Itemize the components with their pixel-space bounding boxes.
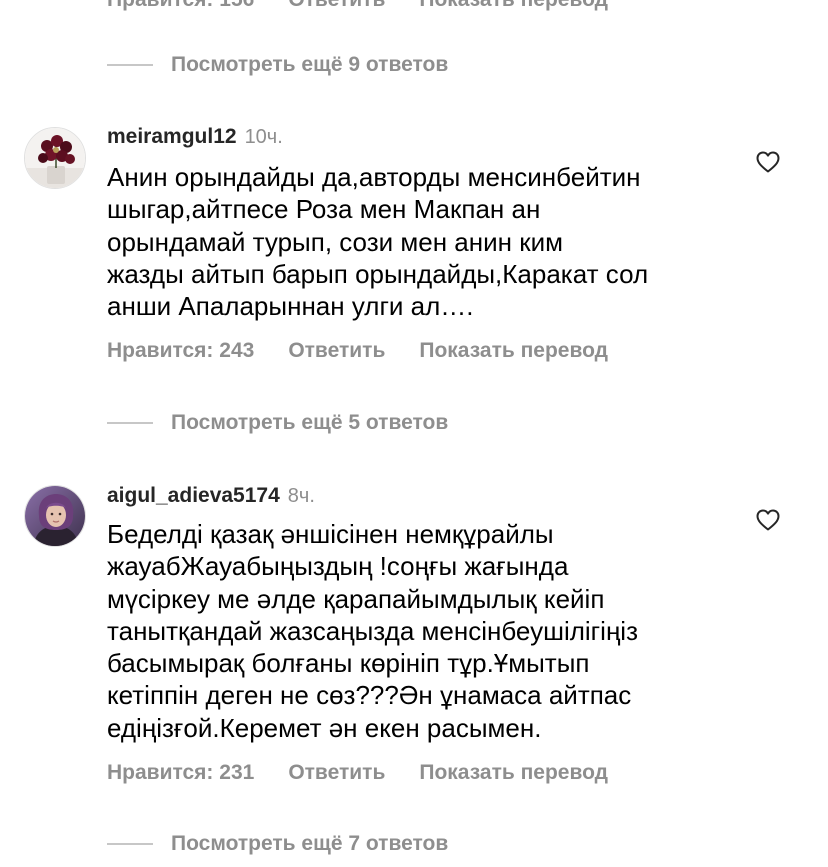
username[interactable]: meiramgul12: [107, 125, 237, 149]
view-more-replies-label: Посмотреть ещё 9 ответов: [171, 53, 449, 76]
view-more-replies-label: Посмотреть ещё 7 ответов: [171, 832, 449, 855]
timestamp: 8ч.: [287, 485, 315, 507]
heart-icon[interactable]: [756, 509, 780, 531]
comment-header: meiramgul12 10ч.: [107, 125, 283, 149]
comment-text: Анин орындайды да,авторды менсинбейтин ш…: [107, 162, 649, 322]
comment-header: aigul_adieva5174 8ч.: [107, 484, 315, 508]
like-count[interactable]: Нравится: 243: [107, 339, 254, 363]
timestamp: 10ч.: [244, 126, 283, 148]
view-more-replies[interactable]: Посмотреть ещё 9 ответов: [107, 53, 448, 77]
reply-link[interactable]: Ответить: [288, 339, 385, 363]
view-more-replies[interactable]: Посмотреть ещё 5 ответов: [107, 411, 448, 435]
heart-icon[interactable]: [756, 151, 780, 173]
replies-divider-line: [107, 843, 153, 845]
username[interactable]: aigul_adieva5174: [107, 484, 280, 508]
translate-link[interactable]: Показать перевод: [419, 339, 608, 363]
view-more-replies-label: Посмотреть ещё 5 ответов: [171, 411, 449, 434]
comment-text: Беделді қазақ әншісінен немқұрайлы жауаб…: [107, 519, 638, 743]
replies-divider-line: [107, 422, 153, 424]
replies-divider-line: [107, 64, 153, 66]
like-count[interactable]: Нравится: 231: [107, 761, 254, 785]
translate-link[interactable]: Показать перевод: [419, 761, 608, 785]
reply-link[interactable]: Ответить: [288, 0, 385, 12]
comment-actions: Нравится: 231 Ответить Показать перевод: [107, 761, 608, 785]
avatar[interactable]: [24, 127, 86, 189]
like-count[interactable]: Нравится: 156: [107, 0, 254, 12]
avatar-image: [25, 486, 85, 546]
reply-link[interactable]: Ответить: [288, 761, 385, 785]
view-more-replies[interactable]: Посмотреть ещё 7 ответов: [107, 832, 448, 856]
avatar-image: [25, 128, 85, 188]
comment-actions: Нравится: 243 Ответить Показать перевод: [107, 339, 608, 363]
previous-comment-actions: Нравится: 156 Ответить Показать перевод: [107, 0, 608, 12]
avatar[interactable]: [24, 485, 86, 547]
translate-link[interactable]: Показать перевод: [419, 0, 608, 12]
